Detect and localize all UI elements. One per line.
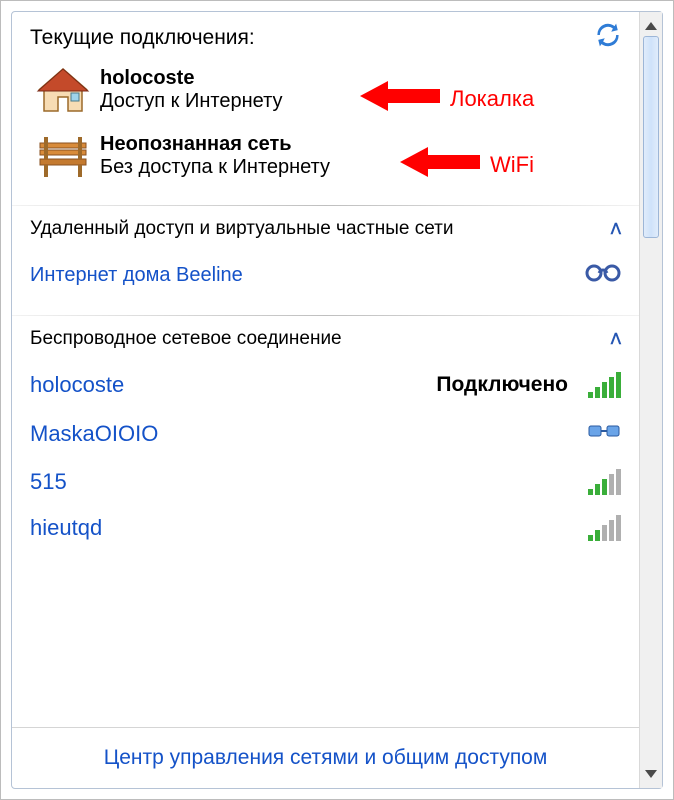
annotation-label: Локалка bbox=[450, 86, 534, 112]
scroll-thumb[interactable] bbox=[643, 36, 659, 238]
wifi-connected-label: Подключено bbox=[436, 373, 568, 397]
current-connections-title: Текущие подключения: bbox=[30, 26, 255, 50]
scroll-down-button[interactable] bbox=[645, 770, 657, 778]
wifi-network-item[interactable]: 515 bbox=[12, 459, 639, 505]
chevron-up-icon: ᐱ bbox=[611, 220, 621, 238]
vpn-group-header[interactable]: Удаленный доступ и виртуальные частные с… bbox=[12, 206, 639, 252]
annotation-arrow: Локалка bbox=[360, 81, 534, 116]
house-icon bbox=[36, 67, 90, 115]
wifi-name: holocoste bbox=[30, 372, 124, 398]
adhoc-network-icon bbox=[587, 418, 621, 449]
connection-name: holocoste bbox=[100, 67, 282, 90]
refresh-icon[interactable] bbox=[595, 22, 621, 53]
wireless-group-header[interactable]: Беспроводное сетевое соединение ᐱ bbox=[12, 316, 639, 362]
scroll-up-button[interactable] bbox=[645, 22, 657, 30]
connection-status: Без доступа к Интернету bbox=[100, 156, 330, 179]
network-flyout: Текущие подключения: holocoste Доступ к … bbox=[11, 11, 663, 789]
annotation-arrow: WiFi bbox=[400, 147, 534, 182]
current-connections-section: Текущие подключения: holocoste Доступ к … bbox=[12, 12, 639, 195]
chevron-up-icon: ᐱ bbox=[611, 330, 621, 348]
connection-text: Неопознанная сеть Без доступа к Интернет… bbox=[100, 133, 330, 179]
connection-item[interactable]: holocoste Доступ к Интернету Локалка bbox=[30, 67, 621, 115]
arrow-left-icon bbox=[360, 81, 440, 116]
wifi-network-item[interactable]: MaskaOIOIO bbox=[12, 408, 639, 459]
window-frame: Текущие подключения: holocoste Доступ к … bbox=[0, 0, 674, 800]
signal-strength-icon bbox=[586, 372, 621, 398]
network-center-link[interactable]: Центр управления сетями и общим доступом bbox=[12, 727, 639, 788]
vpn-item-label: Интернет дома Beeline bbox=[30, 264, 243, 287]
content: Текущие подключения: holocoste Доступ к … bbox=[12, 12, 639, 788]
annotation-label: WiFi bbox=[490, 152, 534, 178]
connection-name: Неопознанная сеть bbox=[100, 133, 330, 156]
vpn-connection-icon bbox=[585, 260, 621, 291]
vpn-item[interactable]: Интернет дома Beeline bbox=[12, 252, 639, 305]
footer-link-label: Центр управления сетями и общим доступом bbox=[104, 746, 548, 769]
vpn-group-title: Удаленный доступ и виртуальные частные с… bbox=[30, 218, 453, 240]
connection-item[interactable]: Неопознанная сеть Без доступа к Интернет… bbox=[30, 133, 621, 181]
arrow-left-icon bbox=[400, 147, 480, 182]
wifi-network-item[interactable]: holocoste Подключено bbox=[12, 362, 639, 408]
bench-icon bbox=[36, 133, 90, 181]
signal-strength-icon bbox=[586, 515, 621, 541]
wifi-name: MaskaOIOIO bbox=[30, 421, 158, 447]
wireless-group-title: Беспроводное сетевое соединение bbox=[30, 328, 342, 350]
connection-status: Доступ к Интернету bbox=[100, 90, 282, 113]
vertical-scrollbar[interactable] bbox=[639, 12, 662, 788]
signal-strength-icon bbox=[586, 469, 621, 495]
connection-text: holocoste Доступ к Интернету bbox=[100, 67, 282, 113]
wifi-network-item[interactable]: hieutqd bbox=[12, 505, 639, 551]
wifi-name: 515 bbox=[30, 469, 67, 495]
wifi-name: hieutqd bbox=[30, 515, 102, 541]
